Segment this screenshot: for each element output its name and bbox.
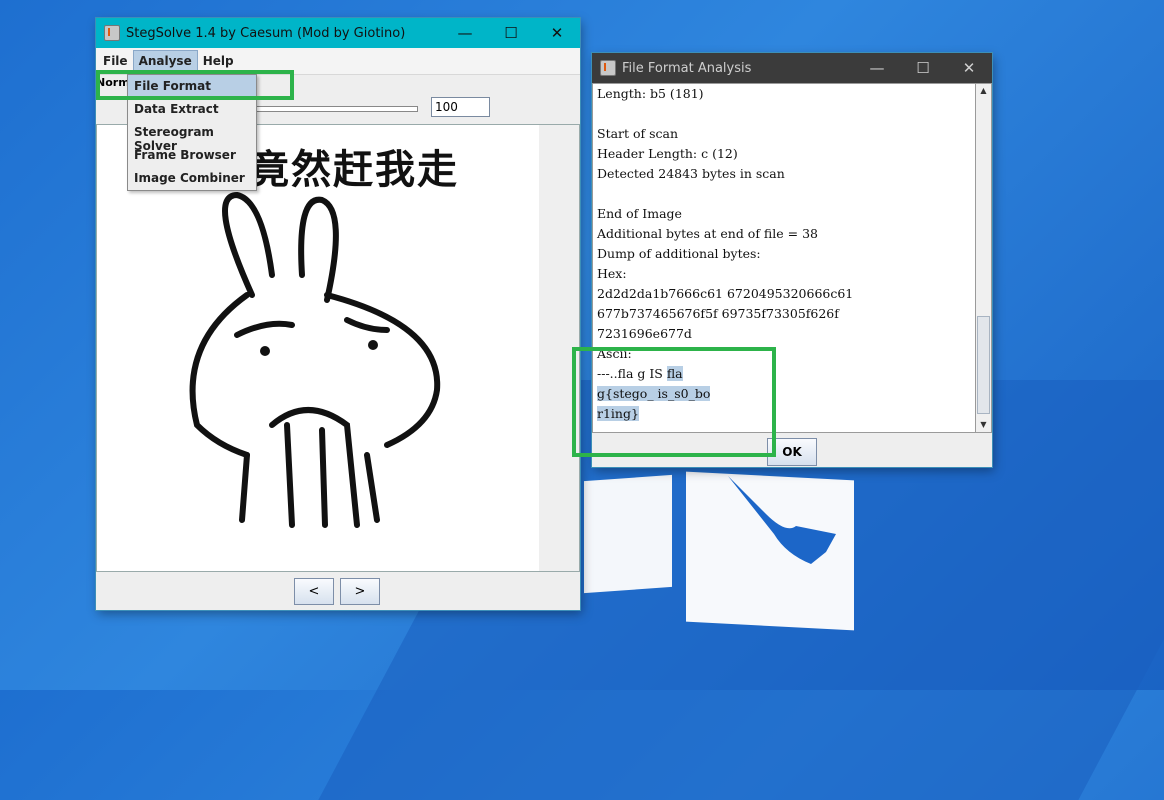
text-line: Start of scan: [597, 126, 679, 141]
text-line: Length: b5 (181): [597, 86, 704, 101]
scroll-down-icon[interactable]: ▼: [976, 418, 991, 432]
nav-buttons: < >: [294, 578, 380, 605]
menu-item-stereogram-solver[interactable]: Stereogram Solver: [128, 121, 256, 153]
maximize-icon[interactable]: ☐: [900, 53, 946, 83]
text-line: [593, 184, 975, 204]
desktop-bird-logo-icon: [728, 476, 836, 564]
hex-line: 677b737465676f5f 69735f73305f626f: [597, 306, 839, 321]
menu-item-frame-browser[interactable]: Frame Browser: [128, 144, 256, 167]
scroll-up-icon[interactable]: ▲: [976, 84, 991, 98]
menu-item-data-extract[interactable]: Data Extract: [128, 98, 256, 121]
text-line: Hex:: [597, 266, 627, 281]
minimize-icon[interactable]: —: [442, 18, 488, 48]
stegsolve-titlebar: StegSolve 1.4 by Caesum (Mod by Giotino)…: [96, 18, 580, 48]
scroll-thumb[interactable]: [977, 316, 990, 414]
hex-line: 2d2d2da1b7666c61 6720495320666c61: [597, 286, 854, 301]
maximize-icon[interactable]: ☐: [488, 18, 534, 48]
desktop-window-logo-pane-left: [584, 474, 672, 594]
text-line: Detected 24843 bytes in scan: [597, 166, 785, 181]
close-icon[interactable]: ✕: [534, 18, 580, 48]
prev-button[interactable]: <: [294, 578, 334, 605]
text-line: [593, 104, 975, 124]
java-icon: [104, 25, 120, 41]
text-line: Header Length: c (12): [597, 146, 738, 161]
menu-help[interactable]: Help: [198, 51, 239, 71]
rabbit-drawing: [189, 191, 441, 528]
text-line: Dump of additional bytes:: [597, 246, 761, 261]
zoom-slider[interactable]: [256, 106, 418, 112]
zoom-input[interactable]: 100: [431, 97, 490, 117]
next-button[interactable]: >: [340, 578, 380, 605]
menu-item-image-combiner[interactable]: Image Combiner: [128, 167, 256, 190]
vertical-scrollbar[interactable]: ▲ ▼: [975, 83, 992, 433]
hex-line: 7231696e677d: [597, 326, 692, 341]
ffa-title: File Format Analysis: [622, 60, 752, 76]
menu-file[interactable]: File: [98, 51, 133, 71]
highlight-box-ascii: [572, 347, 776, 457]
text-line: Additional bytes at end of file = 38: [597, 226, 818, 241]
minimize-icon[interactable]: —: [854, 53, 900, 83]
image-canvas: 竟然赶我走: [96, 124, 580, 572]
menu-analyse[interactable]: Analyse: [132, 50, 198, 72]
text-line: End of Image: [597, 206, 682, 221]
highlight-box-file-format: [96, 70, 294, 100]
java-icon: [600, 60, 616, 76]
close-icon[interactable]: ✕: [946, 53, 992, 83]
stegsolve-title: StegSolve 1.4 by Caesum (Mod by Giotino): [126, 25, 406, 41]
ffa-titlebar: File Format Analysis — ☐ ✕: [592, 53, 992, 83]
